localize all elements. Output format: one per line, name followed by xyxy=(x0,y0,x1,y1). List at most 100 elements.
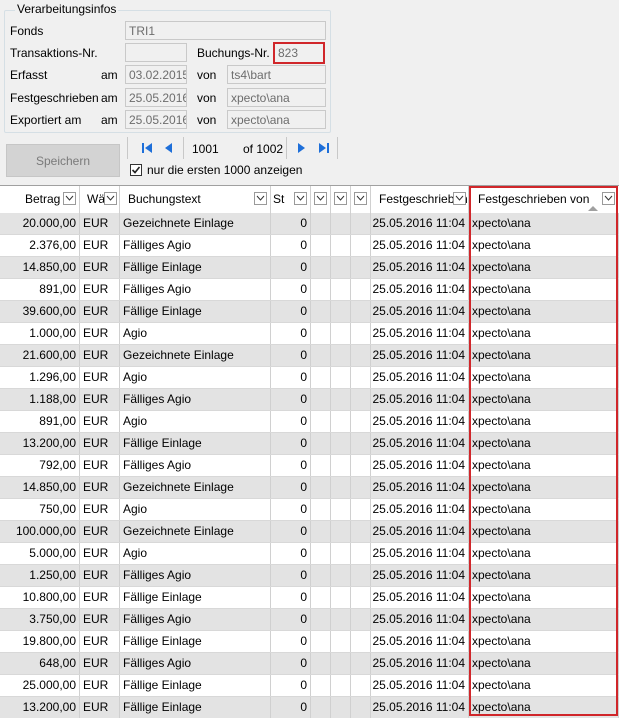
table-row[interactable]: 10.800,00 EUR Fällige Einlage 0 25.05.2016 1… xyxy=(0,587,619,609)
cell-empty[interactable] xyxy=(331,631,351,652)
cell-festgeschrieben-von[interactable]: xpecto\ana xyxy=(469,675,619,696)
cell-waehrung[interactable]: EUR xyxy=(80,323,120,344)
cell-empty[interactable] xyxy=(351,477,371,498)
exportiert-date-field[interactable]: 25.05.2016 xyxy=(125,110,187,129)
cell-empty[interactable] xyxy=(311,521,331,542)
cell-festgeschrieben[interactable]: 25.05.2016 11:04 xyxy=(371,301,469,322)
cell-empty[interactable] xyxy=(351,367,371,388)
cell-festgeschrieben[interactable]: 25.05.2016 11:04 xyxy=(371,697,469,718)
cell-empty[interactable] xyxy=(311,367,331,388)
cell-festgeschrieben-von[interactable]: xpecto\ana xyxy=(469,499,619,520)
cell-buchungstext[interactable]: Fällige Einlage xyxy=(120,675,271,696)
cell-waehrung[interactable]: EUR xyxy=(80,587,120,608)
cell-empty[interactable] xyxy=(311,323,331,344)
cell-festgeschrieben[interactable]: 25.05.2016 11:04 xyxy=(371,345,469,366)
cell-buchungstext[interactable]: Gezeichnete Einlage xyxy=(120,521,271,542)
cell-empty[interactable] xyxy=(331,499,351,520)
cell-empty[interactable] xyxy=(331,235,351,256)
cell-betrag[interactable]: 891,00 xyxy=(0,411,80,432)
cell-festgeschrieben[interactable]: 25.05.2016 11:04 xyxy=(371,653,469,674)
cell-festgeschrieben[interactable]: 25.05.2016 11:04 xyxy=(371,323,469,344)
cell-st[interactable]: 0 xyxy=(271,477,311,498)
cell-betrag[interactable]: 10.800,00 xyxy=(0,587,80,608)
cell-festgeschrieben-von[interactable]: xpecto\ana xyxy=(469,411,619,432)
erfasst-date-field[interactable]: 03.02.2015 xyxy=(125,65,187,84)
cell-festgeschrieben-von[interactable]: xpecto\ana xyxy=(469,697,619,718)
cell-festgeschrieben-von[interactable]: xpecto\ana xyxy=(469,257,619,278)
cell-empty[interactable] xyxy=(331,455,351,476)
transaktions-nr-field[interactable] xyxy=(125,43,187,62)
cell-festgeschrieben-von[interactable]: xpecto\ana xyxy=(469,565,619,586)
cell-festgeschrieben[interactable]: 25.05.2016 11:04 xyxy=(371,433,469,454)
cell-empty[interactable] xyxy=(351,213,371,234)
table-row[interactable]: 1.296,00 EUR Agio 0 25.05.2016 11:04 xpecto\a… xyxy=(0,367,619,389)
cell-festgeschrieben-von[interactable]: xpecto\ana xyxy=(469,609,619,630)
cell-buchungstext[interactable]: Fälliges Agio xyxy=(120,389,271,410)
cell-betrag[interactable]: 2.376,00 xyxy=(0,235,80,256)
cell-waehrung[interactable]: EUR xyxy=(80,235,120,256)
cell-betrag[interactable]: 39.600,00 xyxy=(0,301,80,322)
cell-betrag[interactable]: 891,00 xyxy=(0,279,80,300)
cell-waehrung[interactable]: EUR xyxy=(80,301,120,322)
cell-empty[interactable] xyxy=(351,565,371,586)
cell-betrag[interactable]: 19.800,00 xyxy=(0,631,80,652)
cell-festgeschrieben[interactable]: 25.05.2016 11:04 xyxy=(371,367,469,388)
cell-festgeschrieben[interactable]: 25.05.2016 11:04 xyxy=(371,389,469,410)
cell-empty[interactable] xyxy=(331,411,351,432)
save-button[interactable]: Speichern xyxy=(6,144,120,177)
cell-empty[interactable] xyxy=(311,631,331,652)
cell-st[interactable]: 0 xyxy=(271,675,311,696)
cell-empty[interactable] xyxy=(331,653,351,674)
table-row[interactable]: 14.850,00 EUR Fällige Einlage 0 25.05.2016 1… xyxy=(0,257,619,279)
cell-empty[interactable] xyxy=(311,675,331,696)
cell-empty[interactable] xyxy=(351,499,371,520)
cell-empty[interactable] xyxy=(331,477,351,498)
chevron-down-icon[interactable] xyxy=(453,192,466,205)
table-row[interactable]: 792,00 EUR Fälliges Agio 0 25.05.2016 11:04 x… xyxy=(0,455,619,477)
cell-betrag[interactable]: 792,00 xyxy=(0,455,80,476)
cell-betrag[interactable]: 5.000,00 xyxy=(0,543,80,564)
cell-waehrung[interactable]: EUR xyxy=(80,257,120,278)
cell-empty[interactable] xyxy=(311,587,331,608)
cell-buchungstext[interactable]: Fällige Einlage xyxy=(120,301,271,322)
cell-empty[interactable] xyxy=(351,257,371,278)
table-row[interactable]: 14.850,00 EUR Gezeichnete Einlage 0 25.05.20… xyxy=(0,477,619,499)
cell-buchungstext[interactable]: Fälliges Agio xyxy=(120,653,271,674)
cell-festgeschrieben-von[interactable]: xpecto\ana xyxy=(469,543,619,564)
cell-st[interactable]: 0 xyxy=(271,433,311,454)
cell-st[interactable]: 0 xyxy=(271,235,311,256)
cell-buchungstext[interactable]: Gezeichnete Einlage xyxy=(120,213,271,234)
cell-empty[interactable] xyxy=(311,279,331,300)
cell-empty[interactable] xyxy=(331,675,351,696)
cell-waehrung[interactable]: EUR xyxy=(80,389,120,410)
cell-empty[interactable] xyxy=(351,675,371,696)
cell-empty[interactable] xyxy=(331,565,351,586)
cell-st[interactable]: 0 xyxy=(271,345,311,366)
table-row[interactable]: 5.000,00 EUR Agio 0 25.05.2016 11:04 xpecto\a… xyxy=(0,543,619,565)
table-row[interactable]: 1.000,00 EUR Agio 0 25.05.2016 11:04 xpecto\a… xyxy=(0,323,619,345)
chevron-down-icon[interactable] xyxy=(354,192,367,205)
chevron-down-icon[interactable] xyxy=(602,192,615,205)
cell-waehrung[interactable]: EUR xyxy=(80,411,120,432)
table-row[interactable]: 100.000,00 EUR Gezeichnete Einlage 0 25.05.2… xyxy=(0,521,619,543)
cell-empty[interactable] xyxy=(331,279,351,300)
cell-festgeschrieben[interactable]: 25.05.2016 11:04 xyxy=(371,499,469,520)
cell-buchungstext[interactable]: Gezeichnete Einlage xyxy=(120,345,271,366)
cell-betrag[interactable]: 1.250,00 xyxy=(0,565,80,586)
cell-betrag[interactable]: 13.200,00 xyxy=(0,697,80,718)
cell-waehrung[interactable]: EUR xyxy=(80,653,120,674)
cell-festgeschrieben[interactable]: 25.05.2016 11:04 xyxy=(371,565,469,586)
cell-st[interactable]: 0 xyxy=(271,565,311,586)
cell-empty[interactable] xyxy=(311,213,331,234)
table-row[interactable]: 20.000,00 EUR Gezeichnete Einlage 0 25.05.20… xyxy=(0,213,619,235)
cell-waehrung[interactable]: EUR xyxy=(80,367,120,388)
cell-empty[interactable] xyxy=(331,345,351,366)
cell-empty[interactable] xyxy=(311,235,331,256)
cell-empty[interactable] xyxy=(351,345,371,366)
cell-empty[interactable] xyxy=(351,301,371,322)
cell-empty[interactable] xyxy=(351,389,371,410)
cell-empty[interactable] xyxy=(311,565,331,586)
cell-waehrung[interactable]: EUR xyxy=(80,521,120,542)
festgeschrieben-date-field[interactable]: 25.05.2016 xyxy=(125,88,187,107)
prev-page-button[interactable] xyxy=(160,139,178,157)
